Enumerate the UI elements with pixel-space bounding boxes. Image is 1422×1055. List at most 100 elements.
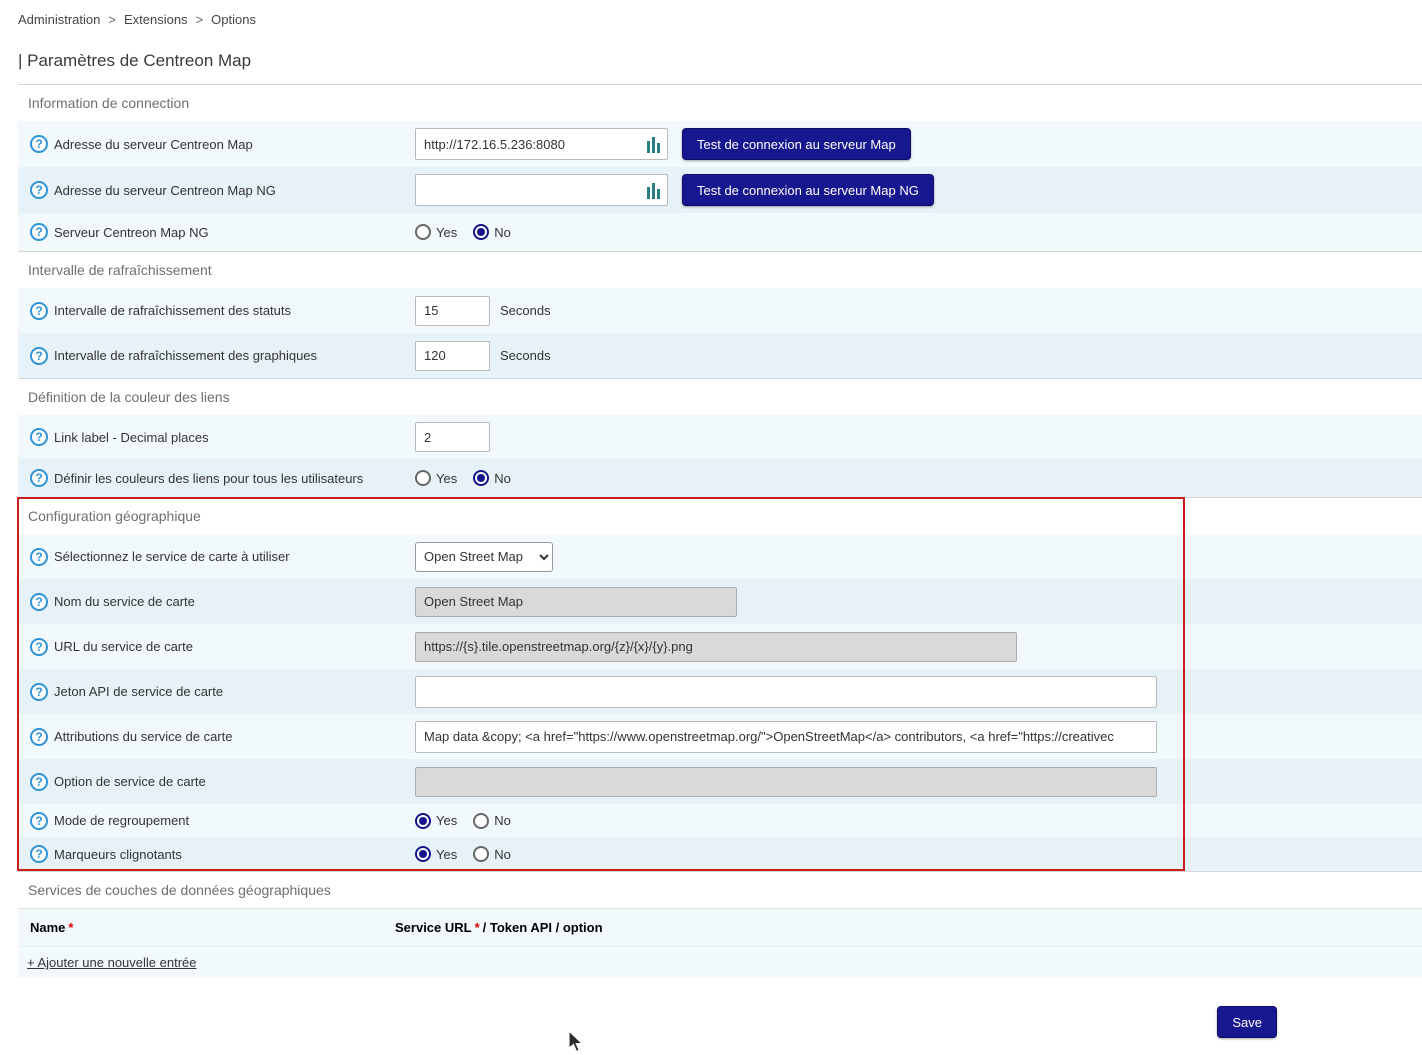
breadcrumb-extensions[interactable]: Extensions — [124, 12, 188, 27]
blinking-markers-radio-group: Yes No — [415, 846, 527, 862]
help-icon[interactable]: ? — [30, 683, 48, 701]
layer-services-table-header: Name* Service URL*/ Token API / option — [18, 908, 1422, 946]
row-grouping-mode: ? Mode de regroupement Yes No — [18, 804, 1422, 837]
section-geographic: Configuration géographique ? Sélectionne… — [18, 497, 1422, 871]
help-icon[interactable]: ? — [30, 593, 48, 611]
row-graph-refresh: ? Intervalle de rafraîchissement des gra… — [18, 333, 1422, 378]
status-refresh-input[interactable] — [415, 296, 490, 326]
column-header-name: Name* — [18, 920, 395, 935]
grouping-mode-label: Mode de regroupement — [54, 813, 189, 828]
section-layer-services: Services de couches de données géographi… — [18, 871, 1422, 978]
help-icon[interactable]: ? — [30, 728, 48, 746]
save-row: Save — [18, 978, 1422, 1038]
row-map-service-select: ? Sélectionnez le service de carte à uti… — [18, 534, 1422, 579]
row-map-address: ? Adresse du serveur Centreon Map Test d… — [18, 121, 1422, 167]
graph-refresh-label: Intervalle de rafraîchissement des graph… — [54, 348, 317, 363]
section-link-color: Définition de la couleur des liens ? Lin… — [18, 378, 1422, 497]
map-service-token-input[interactable] — [415, 676, 1157, 708]
test-map-connection-button[interactable]: Test de connexion au serveur Map — [682, 128, 911, 160]
help-icon[interactable]: ? — [30, 845, 48, 863]
clipboard-icon[interactable] — [647, 183, 661, 199]
breadcrumb-options[interactable]: Options — [211, 12, 256, 27]
row-map-service-option: ? Option de service de carte — [18, 759, 1422, 804]
section-header-link-color: Définition de la couleur des liens — [18, 378, 1422, 415]
graph-refresh-unit: Seconds — [500, 348, 551, 363]
radio-no-label: No — [494, 847, 511, 862]
row-blinking-markers: ? Marqueurs clignotants Yes No — [18, 837, 1422, 871]
radio-no-label: No — [494, 225, 511, 240]
row-link-colors-all-users: ? Définir les couleurs des liens pour to… — [18, 459, 1422, 497]
blinking-markers-radio-yes[interactable] — [415, 846, 431, 862]
radio-yes-label: Yes — [436, 813, 457, 828]
map-ng-address-input[interactable] — [416, 175, 667, 205]
radio-yes-label: Yes — [436, 225, 457, 240]
map-service-select-label: Sélectionnez le service de carte à utili… — [54, 549, 290, 564]
breadcrumb-administration[interactable]: Administration — [18, 12, 100, 27]
map-address-label: Adresse du serveur Centreon Map — [54, 137, 253, 152]
mouse-cursor — [568, 1030, 586, 1054]
required-marker: * — [68, 920, 73, 935]
map-service-name-label: Nom du service de carte — [54, 594, 195, 609]
row-map-service-name: ? Nom du service de carte — [18, 579, 1422, 624]
required-marker: * — [475, 920, 480, 935]
row-map-service-attributions: ? Attributions du service de carte — [18, 714, 1422, 759]
section-header-layer-services: Services de couches de données géographi… — [18, 871, 1422, 908]
link-colors-radio-group: Yes No — [415, 470, 527, 486]
map-ng-server-radio-yes[interactable] — [415, 224, 431, 240]
map-service-select[interactable]: Open Street Map — [415, 542, 553, 572]
radio-no-label: No — [494, 813, 511, 828]
help-icon[interactable]: ? — [30, 302, 48, 320]
help-icon[interactable]: ? — [30, 181, 48, 199]
save-button[interactable]: Save — [1217, 1006, 1277, 1038]
help-icon[interactable]: ? — [30, 548, 48, 566]
status-refresh-unit: Seconds — [500, 303, 551, 318]
map-service-option-input — [415, 767, 1157, 797]
map-service-url-input — [415, 632, 1017, 662]
row-map-ng-server: ? Serveur Centreon Map NG Yes No — [18, 213, 1422, 251]
radio-no-label: No — [494, 471, 511, 486]
help-icon[interactable]: ? — [30, 812, 48, 830]
help-icon[interactable]: ? — [30, 223, 48, 241]
clipboard-icon[interactable] — [647, 137, 661, 153]
grouping-mode-radio-group: Yes No — [415, 813, 527, 829]
map-service-attributions-input[interactable] — [415, 721, 1157, 753]
add-entry-row: + Ajouter une nouvelle entrée — [18, 946, 1422, 978]
map-service-name-input — [415, 587, 737, 617]
map-address-input-wrap — [415, 128, 668, 160]
help-icon[interactable]: ? — [30, 773, 48, 791]
section-header-connection: Information de connection — [18, 84, 1422, 121]
map-ng-server-radio-group: Yes No — [415, 224, 527, 240]
add-entry-link[interactable]: + Ajouter une nouvelle entrée — [27, 955, 197, 970]
map-service-attributions-label: Attributions du service de carte — [54, 729, 232, 744]
radio-yes-label: Yes — [436, 471, 457, 486]
section-refresh: Intervalle de rafraîchissement ? Interva… — [18, 251, 1422, 378]
link-label-decimals-label: Link label - Decimal places — [54, 430, 209, 445]
section-connection: Information de connection ? Adresse du s… — [18, 84, 1422, 251]
row-map-service-url: ? URL du service de carte — [18, 624, 1422, 669]
link-colors-radio-no[interactable] — [473, 470, 489, 486]
breadcrumb-separator: > — [196, 12, 204, 27]
blinking-markers-radio-no[interactable] — [473, 846, 489, 862]
status-refresh-label: Intervalle de rafraîchissement des statu… — [54, 303, 291, 318]
map-address-input[interactable] — [416, 129, 667, 159]
radio-yes-label: Yes — [436, 847, 457, 862]
map-ng-address-input-wrap — [415, 174, 668, 206]
link-colors-radio-yes[interactable] — [415, 470, 431, 486]
test-map-ng-connection-button[interactable]: Test de connexion au serveur Map NG — [682, 174, 934, 206]
section-header-geographic: Configuration géographique — [18, 497, 1422, 534]
link-label-decimals-input[interactable] — [415, 422, 490, 452]
blinking-markers-label: Marqueurs clignotants — [54, 847, 182, 862]
help-icon[interactable]: ? — [30, 469, 48, 487]
map-ng-server-radio-no[interactable] — [473, 224, 489, 240]
section-header-refresh: Intervalle de rafraîchissement — [18, 251, 1422, 288]
row-map-ng-address: ? Adresse du serveur Centreon Map NG Tes… — [18, 167, 1422, 213]
breadcrumb: Administration > Extensions > Options — [18, 0, 1422, 38]
graph-refresh-input[interactable] — [415, 341, 490, 371]
help-icon[interactable]: ? — [30, 638, 48, 656]
grouping-mode-radio-yes[interactable] — [415, 813, 431, 829]
help-icon[interactable]: ? — [30, 347, 48, 365]
help-icon[interactable]: ? — [30, 135, 48, 153]
help-icon[interactable]: ? — [30, 428, 48, 446]
grouping-mode-radio-no[interactable] — [473, 813, 489, 829]
page-title: | Paramètres de Centreon Map — [18, 38, 1422, 84]
